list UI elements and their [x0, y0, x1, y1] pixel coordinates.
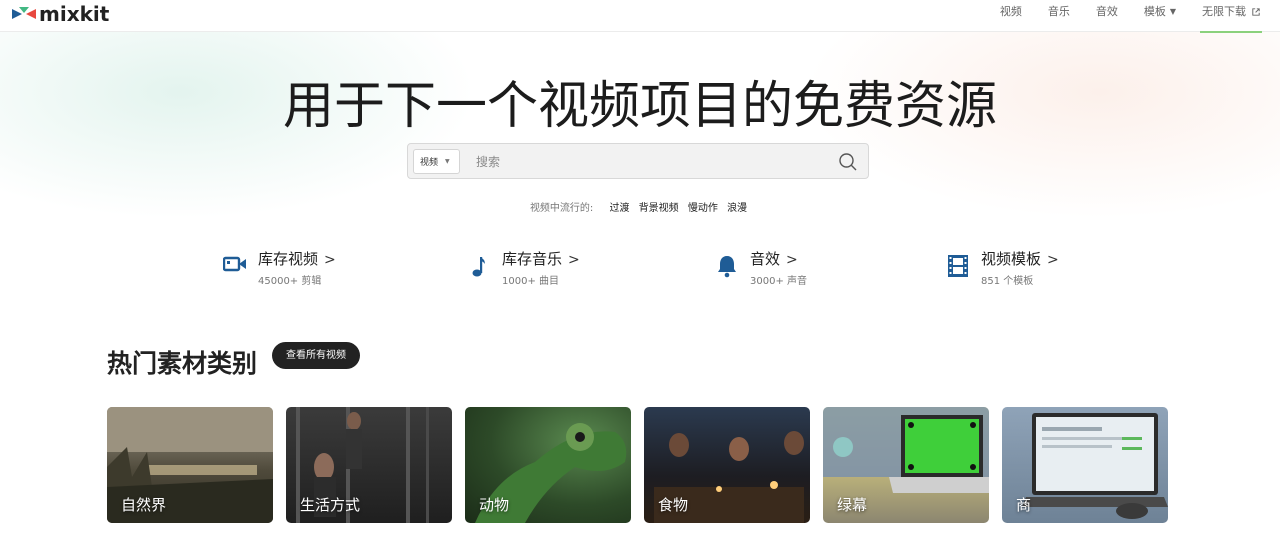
category-video-templates[interactable]: 视频模板 > 851 个模板	[945, 250, 1059, 287]
tile-label: 自然界	[121, 496, 167, 514]
search-bar: 视频 ▼	[407, 143, 869, 179]
trending-tag[interactable]: 背景视频	[639, 203, 679, 214]
tile-label: 商	[1016, 496, 1032, 514]
category-tile-food[interactable]: 食物	[644, 407, 810, 523]
chevron-right-icon: >	[568, 252, 580, 268]
popular-categories-title: 热门素材类别	[107, 349, 258, 378]
bell-icon	[714, 254, 740, 280]
nav-item-label: 无限下载	[1202, 5, 1246, 18]
category-subtitle: 45000+ 剪辑	[258, 276, 322, 287]
logo-mark-icon	[12, 7, 36, 19]
caret-down-icon: ▼	[1169, 7, 1176, 16]
nav-item-label: 音乐	[1047, 5, 1070, 18]
category-title: 视频模板	[981, 250, 1042, 268]
category-subtitle: 3000+ 声音	[750, 276, 808, 287]
nav-item-label: 视频	[999, 5, 1022, 18]
tile-label: 绿幕	[837, 496, 868, 514]
tile-label: 食物	[658, 496, 689, 514]
trending-searches: 视频中流行的: 过渡 背景视频 慢动作 浪漫	[0, 199, 1280, 214]
film-strip-icon	[945, 254, 971, 280]
category-tile-nature[interactable]: 自然界	[107, 407, 273, 523]
trending-tag[interactable]: 过渡	[610, 203, 630, 214]
nav-item-video[interactable]: 视频	[1000, 0, 1022, 32]
trending-tag[interactable]: 慢动作	[688, 203, 718, 214]
hero-title: 用于下一个视频项目的免费资源	[282, 77, 997, 136]
view-all-videos-button[interactable]: 查看所有视频	[272, 342, 360, 369]
category-title: 库存音乐	[502, 250, 563, 268]
category-tile-green-screen[interactable]: 绿幕	[823, 407, 989, 523]
category-subtitle: 851 个模板	[981, 276, 1034, 287]
main-nav: 视频 音乐 音效 模板 ▼ 无限下载	[974, 0, 1262, 33]
tile-label: 生活方式	[300, 496, 361, 514]
chevron-right-icon: >	[786, 252, 798, 268]
category-sound-effects[interactable]: 音效 > 3000+ 声音	[714, 250, 807, 287]
tile-label: 动物	[479, 496, 510, 514]
nav-item-templates[interactable]: 模板 ▼	[1144, 0, 1176, 32]
category-subtitle: 1000+ 曲目	[502, 276, 560, 287]
category-title: 音效	[750, 250, 781, 268]
music-note-icon	[466, 254, 492, 280]
trending-label: 视频中流行的:	[529, 203, 594, 214]
category-tile-animals[interactable]: 动物	[465, 407, 631, 523]
chevron-right-icon: >	[1047, 252, 1059, 268]
trending-tag[interactable]: 浪漫	[727, 203, 747, 214]
category-tile-lifestyle[interactable]: 生活方式	[286, 407, 452, 523]
video-camera-icon	[222, 254, 248, 280]
category-stock-video[interactable]: 库存视频 > 45000+ 剪辑	[222, 250, 336, 287]
search-type-select[interactable]: 视频 ▼	[413, 149, 460, 174]
chevron-down-icon: ▼	[445, 158, 450, 165]
popular-category-tiles: 自然界 生活方式 动物 食物 绿幕 商	[107, 407, 1168, 523]
external-link-icon	[1252, 8, 1260, 16]
search-type-label: 视频	[420, 158, 439, 168]
logo-text: mixkit	[39, 2, 110, 26]
nav-item-music[interactable]: 音乐	[1048, 0, 1070, 32]
nav-item-sound-effects[interactable]: 音效	[1096, 0, 1118, 32]
mixkit-logo[interactable]: mixkit	[12, 3, 109, 25]
nav-item-label: 音效	[1095, 5, 1118, 18]
search-icon[interactable]	[838, 152, 858, 172]
chevron-right-icon: >	[324, 252, 336, 268]
category-stock-music[interactable]: 库存音乐 > 1000+ 曲目	[466, 250, 580, 287]
category-tile-business[interactable]: 商	[1002, 407, 1168, 523]
search-input[interactable]	[476, 152, 816, 172]
top-navigation-bar: mixkit 视频 音乐 音效 模板 ▼ 无限下载	[0, 0, 1280, 33]
nav-item-label: 模板	[1143, 5, 1166, 18]
category-title: 库存视频	[258, 250, 319, 268]
nav-item-unlimited-downloads[interactable]: 无限下载	[1200, 0, 1262, 33]
